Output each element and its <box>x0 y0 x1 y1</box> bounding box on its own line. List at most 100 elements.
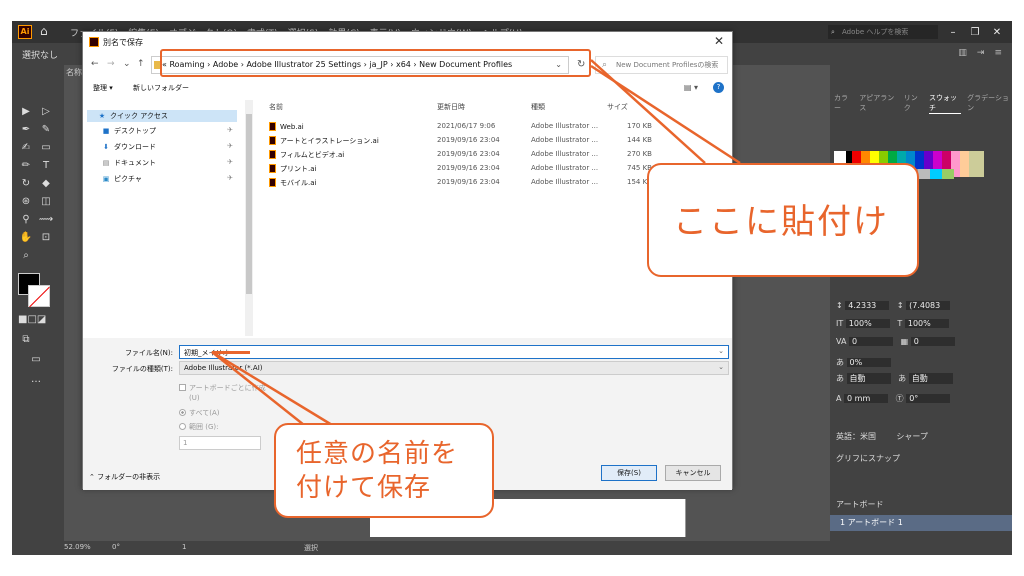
back-arrow-icon[interactable]: ← <box>91 59 99 69</box>
aki-left-field[interactable]: 自動 <box>846 373 891 384</box>
leading-field[interactable]: (7.4083 <box>906 301 951 310</box>
tab-color[interactable]: カラー <box>834 93 853 114</box>
artboard-list-item[interactable]: 1 アートボード 1 <box>830 515 1012 531</box>
pin-icon[interactable]: ✈ <box>227 126 233 134</box>
up-arrow-icon[interactable]: ↑ <box>137 59 145 69</box>
column-name[interactable]: 名前 <box>269 102 283 112</box>
antialias-select[interactable]: シャープ <box>896 432 928 441</box>
forward-arrow-icon[interactable]: → <box>107 59 115 69</box>
nav-item-desktop[interactable]: ■ デスクトップ ✈ <box>101 126 237 136</box>
radio-button[interactable] <box>179 423 186 430</box>
tab-appearance[interactable]: アピアランス <box>859 93 897 114</box>
pin-icon[interactable]: ✈ <box>227 174 233 182</box>
kerning-field[interactable]: 0 <box>848 337 893 346</box>
vertical-scale-field[interactable]: 100% <box>845 319 890 328</box>
pencil-tool-icon[interactable]: ✏ <box>18 159 34 173</box>
nav-item-pictures[interactable]: ▣ ピクチャ ✈ <box>101 174 237 184</box>
close-window-icon[interactable]: ✕ <box>990 27 1004 38</box>
paintbrush-tool-icon[interactable]: ✍ <box>18 141 34 155</box>
restore-icon[interactable]: ❐ <box>968 27 982 38</box>
char-rotation-field[interactable]: 0° <box>906 394 951 403</box>
filename-input[interactable]: 初期_メイリオ ⌄ <box>179 345 729 359</box>
tab-gradient[interactable]: グラデーション <box>967 93 1012 114</box>
help-search-input[interactable]: Adobe ヘルプを検索 <box>828 25 938 39</box>
width-tool-icon[interactable]: ⊛ <box>18 195 34 209</box>
pin-icon[interactable]: ✈ <box>227 142 233 150</box>
tab-links[interactable]: リンク <box>904 93 923 114</box>
file-name: モバイル.ai <box>280 179 317 187</box>
tracking-field[interactable]: 0 <box>910 337 955 346</box>
chevron-down-icon[interactable]: ⌄ <box>123 59 131 69</box>
column-size[interactable]: サイズ <box>607 102 628 112</box>
new-folder-button[interactable]: 新しいフォルダー <box>133 83 189 93</box>
home-icon[interactable]: ⌂ <box>40 24 54 38</box>
filetype-select[interactable]: Adobe Illustrator (*.AI) ⌄ <box>179 361 729 375</box>
nav-quick-access[interactable]: ★ クイック アクセス <box>87 110 237 122</box>
eyedropper-tool-icon[interactable]: ⚲ <box>18 213 34 227</box>
nav-item-documents[interactable]: ▤ ドキュメント ✈ <box>101 158 237 168</box>
draw-mode-icons[interactable]: ⧉ <box>18 333 34 347</box>
ai-file-icon <box>269 122 276 131</box>
direct-selection-tool-icon[interactable]: ▷ <box>38 105 54 119</box>
shape-builder-icon[interactable]: ◫ <box>38 195 54 209</box>
rotate-tool-icon[interactable]: ↻ <box>18 177 34 191</box>
range-input[interactable]: 1 <box>179 436 261 450</box>
menu-lines-icon[interactable]: ≡ <box>994 48 1002 58</box>
stroke-swatch[interactable] <box>28 285 50 307</box>
cancel-button[interactable]: キャンセル <box>665 465 721 481</box>
tsume-field[interactable]: 0% <box>846 358 891 367</box>
more-tools-icon[interactable]: … <box>28 373 44 387</box>
horizontal-scale-field[interactable]: 100% <box>904 319 949 328</box>
file-row[interactable]: Web.ai 2021/06/17 9:06 Adobe Illustrator… <box>261 121 731 133</box>
type-tool-icon[interactable]: T <box>38 159 54 173</box>
font-size-field[interactable]: 4.2333 <box>845 301 890 310</box>
artboard-tool-icon[interactable]: ⊡ <box>38 231 54 245</box>
screen-mode-icon[interactable]: ▭ <box>28 353 44 367</box>
zoom-tool-icon[interactable]: ⌕ <box>18 249 34 263</box>
language-select[interactable]: 英語：米国 <box>836 432 876 441</box>
folder-search-input[interactable]: New Document Profilesの検索 <box>595 56 728 74</box>
workspace-icon[interactable]: ▥ <box>958 48 967 58</box>
help-icon[interactable]: ? <box>713 82 724 93</box>
organize-button[interactable]: 整理 ▾ <box>93 83 113 93</box>
save-button[interactable]: 保存(S) <box>601 465 657 481</box>
eraser-tool-icon[interactable]: ◆ <box>38 177 54 191</box>
arrange-icon[interactable]: ⇥ <box>977 48 985 58</box>
rectangle-tool-icon[interactable]: ▭ <box>38 141 54 155</box>
blend-tool-icon[interactable]: ⟿ <box>38 213 54 227</box>
filename-dropdown-icon[interactable]: ⌄ <box>718 347 724 355</box>
scrollbar-thumb[interactable] <box>246 114 252 294</box>
column-type[interactable]: 種類 <box>531 102 545 112</box>
file-date: 2021/06/17 9:06 <box>437 122 496 130</box>
close-icon[interactable]: ✕ <box>714 34 724 48</box>
aki-right-field[interactable]: 自動 <box>908 373 953 384</box>
selection-tool-icon[interactable]: ▶ <box>18 105 34 119</box>
minimize-icon[interactable]: – <box>946 27 960 38</box>
filetype-dropdown-icon[interactable]: ⌄ <box>718 363 724 371</box>
nav-scrollbar[interactable] <box>245 100 253 336</box>
baseline-field[interactable]: 0 mm <box>844 394 889 403</box>
hide-folders-toggle[interactable]: ⌃ フォルダーの非表示 <box>89 472 160 482</box>
color-mode-icons[interactable]: ■□◪ <box>18 313 46 327</box>
hand-tool-icon[interactable]: ✋ <box>18 231 34 245</box>
document-tab[interactable]: 名称 <box>66 67 82 78</box>
per-artboard-checkbox[interactable]: アートボードごとに作成 <box>179 383 266 393</box>
radio-button[interactable] <box>179 409 186 416</box>
curvature-tool-icon[interactable]: ✎ <box>38 123 54 137</box>
file-row[interactable]: アートとイラストレーション.ai 2019/09/16 23:04 Adobe … <box>261 135 731 147</box>
column-date[interactable]: 更新日時 <box>437 102 465 112</box>
tab-swatches[interactable]: スウォッチ <box>929 93 962 114</box>
pin-icon[interactable]: ✈ <box>227 158 233 166</box>
rotation-value[interactable]: 0° <box>112 543 120 551</box>
range-radio[interactable]: 範囲 (G): <box>179 422 218 432</box>
pen-tool-icon[interactable]: ✒ <box>18 123 34 137</box>
all-radio[interactable]: すべて(A) <box>179 408 219 418</box>
zoom-level[interactable]: 52.09% <box>64 543 91 551</box>
view-options-icon[interactable]: ▤ ▾ <box>684 83 698 92</box>
nav-item-downloads[interactable]: ⬇ ダウンロード ✈ <box>101 142 237 152</box>
nav-label: ダウンロード <box>114 143 156 151</box>
artboard-number[interactable]: 1 <box>182 543 186 551</box>
checkbox-box[interactable] <box>179 384 186 391</box>
file-row[interactable]: フィルムとビデオ.ai 2019/09/16 23:04 Adobe Illus… <box>261 149 731 161</box>
save-as-dialog: 別名で保存 ✕ ← → ⌄ ↑ « Roaming › Adobe › Adob… <box>82 31 733 490</box>
